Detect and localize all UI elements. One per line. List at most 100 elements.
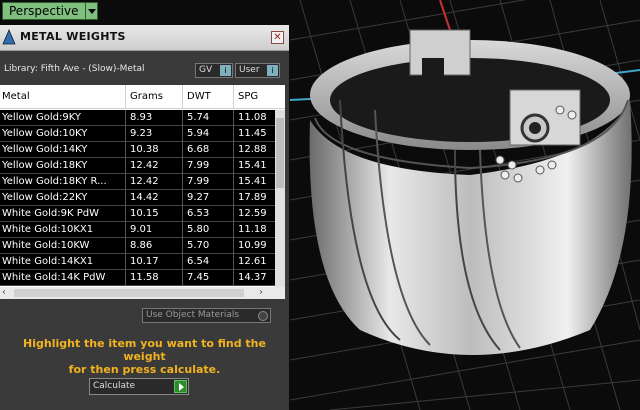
column-divider xyxy=(125,110,126,126)
spg-cell: 15.41 xyxy=(238,160,267,171)
table-row[interactable]: White Gold:14KX1 10.17 6.54 12.61 xyxy=(0,254,275,270)
metal-cell: Yellow Gold:14KY xyxy=(2,144,88,155)
column-divider xyxy=(125,142,126,158)
table-header: Metal Grams DWT SPG xyxy=(0,85,285,109)
metal-cell: Yellow Gold:22KY xyxy=(2,192,88,203)
column-header-metal[interactable]: Metal xyxy=(2,91,30,102)
instruction-line-2: for then press calculate. xyxy=(68,363,221,376)
column-divider xyxy=(125,126,126,142)
metal-table: Metal Grams DWT SPG Yellow Gold:9KY 8.93 5… xyxy=(0,85,285,287)
dwt-cell: 5.94 xyxy=(187,128,210,139)
spg-cell: 11.08 xyxy=(238,112,267,123)
info-icon: i xyxy=(267,65,278,76)
metal-cell: White Gold:14KX1 xyxy=(2,256,94,267)
column-divider xyxy=(125,206,126,222)
column-divider xyxy=(182,222,183,238)
column-divider xyxy=(125,222,126,238)
dwt-cell: 7.99 xyxy=(187,160,210,171)
table-body: Yellow Gold:9KY 8.93 5.74 11.08 Yellow Gold:… xyxy=(0,110,275,286)
instruction-text: Highlight the item you want to find the … xyxy=(0,337,289,376)
table-row[interactable]: Yellow Gold:18KY 12.42 7.99 15.41 xyxy=(0,158,275,174)
spg-cell: 15.41 xyxy=(238,176,267,187)
dwt-cell: 5.80 xyxy=(187,224,210,235)
column-divider xyxy=(125,158,126,174)
column-divider xyxy=(233,270,234,286)
grams-cell: 9.23 xyxy=(130,128,153,139)
column-header-spg[interactable]: SPG xyxy=(238,91,258,102)
table-row[interactable]: Yellow Gold:18KY R... 12.42 7.99 15.41 xyxy=(0,174,275,190)
horizontal-scrollbar[interactable]: ‹ › xyxy=(0,287,285,299)
use-object-materials-option[interactable]: Use Object Materials xyxy=(142,308,271,323)
table-row[interactable]: Yellow Gold:22KY 14.42 9.27 17.89 xyxy=(0,190,275,206)
spg-cell: 10.99 xyxy=(238,240,267,251)
view-mode-dropdown[interactable]: Perspective xyxy=(2,2,98,20)
gv-toggle-label: GV xyxy=(199,65,213,75)
column-divider xyxy=(182,254,183,270)
panel-header: METAL WEIGHTS ✕ xyxy=(0,25,289,51)
chevron-left-icon[interactable]: ‹ xyxy=(2,287,6,298)
grams-cell: 10.38 xyxy=(130,144,159,155)
column-divider xyxy=(233,254,234,270)
column-divider xyxy=(233,158,234,174)
column-divider xyxy=(233,174,234,190)
view-mode-label: Perspective xyxy=(2,2,86,20)
grams-cell: 10.17 xyxy=(130,256,159,267)
radio-icon[interactable] xyxy=(258,311,268,321)
table-row[interactable]: Yellow Gold:14KY 10.38 6.68 12.88 xyxy=(0,142,275,158)
instruction-line-1: Highlight the item you want to find the … xyxy=(23,337,266,363)
column-divider xyxy=(182,126,183,142)
spg-cell: 11.18 xyxy=(238,224,267,235)
user-toggle[interactable]: User i xyxy=(235,63,280,78)
grams-cell: 14.42 xyxy=(130,192,159,203)
grams-cell: 8.86 xyxy=(130,240,153,251)
column-divider xyxy=(182,142,183,158)
dwt-cell: 5.74 xyxy=(187,112,210,123)
table-row[interactable]: White Gold:10KW 8.86 5.70 10.99 xyxy=(0,238,275,254)
spg-cell: 17.89 xyxy=(238,192,267,203)
grams-cell: 12.42 xyxy=(130,176,159,187)
column-divider xyxy=(182,238,183,254)
column-divider xyxy=(125,254,126,270)
chevron-down-icon[interactable] xyxy=(85,2,98,20)
spg-cell: 11.45 xyxy=(238,128,267,139)
column-divider xyxy=(233,142,234,158)
metal-cell: Yellow Gold:18KY xyxy=(2,160,88,171)
table-row[interactable]: White Gold:10KX1 9.01 5.80 11.18 xyxy=(0,222,275,238)
column-divider xyxy=(233,222,234,238)
play-icon[interactable] xyxy=(174,380,187,393)
chevron-right-icon[interactable]: › xyxy=(259,287,263,298)
calculate-button[interactable]: Calculate xyxy=(89,378,189,395)
use-object-materials-label: Use Object Materials xyxy=(146,310,240,320)
spg-cell: 12.61 xyxy=(238,256,267,267)
column-divider xyxy=(182,110,183,126)
table-row[interactable]: Yellow Gold:10KY 9.23 5.94 11.45 xyxy=(0,126,275,142)
table-row[interactable]: Yellow Gold:9KY 8.93 5.74 11.08 xyxy=(0,110,275,126)
metal-cell: White Gold:10KW xyxy=(2,240,90,251)
column-divider xyxy=(182,190,183,206)
dwt-cell: 9.27 xyxy=(187,192,210,203)
table-row[interactable]: White Gold:9K PdW 10.15 6.53 12.59 xyxy=(0,206,275,222)
table-row[interactable]: White Gold:14K PdW 11.58 7.45 14.37 xyxy=(0,270,275,286)
metal-cell: Yellow Gold:10KY xyxy=(2,128,88,139)
grams-cell: 11.58 xyxy=(130,272,159,283)
app-logo-icon xyxy=(2,29,16,45)
library-label: Library: Fifth Ave - (Slow)-Metal xyxy=(4,64,145,74)
column-divider xyxy=(182,206,183,222)
close-icon[interactable]: ✕ xyxy=(271,31,284,44)
dwt-cell: 7.99 xyxy=(187,176,210,187)
dwt-cell: 6.68 xyxy=(187,144,210,155)
grams-cell: 10.15 xyxy=(130,208,159,219)
column-divider xyxy=(233,110,234,126)
column-divider xyxy=(182,158,183,174)
info-icon: i xyxy=(220,65,231,76)
column-divider xyxy=(125,270,126,286)
column-header-grams[interactable]: Grams xyxy=(130,91,163,102)
vertical-scrollbar[interactable] xyxy=(275,110,285,287)
dwt-cell: 6.53 xyxy=(187,208,210,219)
column-header-dwt[interactable]: DWT xyxy=(187,91,211,102)
column-divider xyxy=(233,190,234,206)
calculate-label: Calculate xyxy=(93,381,136,391)
metal-cell: White Gold:9K PdW xyxy=(2,208,99,219)
grams-cell: 12.42 xyxy=(130,160,159,171)
gv-toggle[interactable]: GV i xyxy=(195,63,233,78)
